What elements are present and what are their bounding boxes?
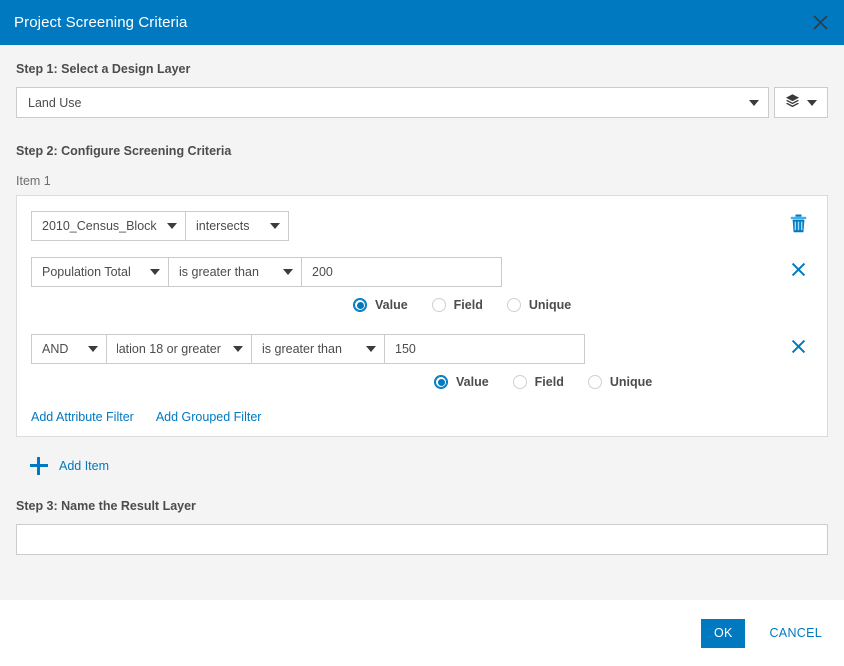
trash-icon bbox=[790, 214, 807, 238]
filter-operator-select-1[interactable]: is greater than bbox=[169, 257, 302, 287]
close-dialog-button[interactable] bbox=[806, 9, 834, 37]
radio-unique-2[interactable]: Unique bbox=[588, 375, 652, 389]
filter-field-value-2: ulation 18 or greater bbox=[117, 342, 223, 356]
radio-field-1[interactable]: Field bbox=[432, 298, 483, 312]
dialog-titlebar: Project Screening Criteria bbox=[0, 0, 844, 45]
filter-links-row: Add Attribute Filter Add Grouped Filter bbox=[31, 410, 813, 424]
filter-conjunction-select-2[interactable]: AND bbox=[31, 334, 107, 364]
radio-value-2[interactable]: Value bbox=[434, 375, 489, 389]
chevron-down-icon bbox=[807, 100, 817, 106]
step1-row: Land Use bbox=[16, 87, 828, 118]
layer-list-button[interactable] bbox=[774, 87, 828, 118]
radio-label: Field bbox=[535, 375, 564, 389]
radio-label: Value bbox=[375, 298, 408, 312]
filter-conjunction-value-2: AND bbox=[42, 342, 78, 356]
filter-value-input-1[interactable]: 200 bbox=[302, 257, 502, 287]
radio-indicator bbox=[507, 298, 521, 312]
radio-indicator bbox=[432, 298, 446, 312]
chevron-down-icon bbox=[270, 223, 280, 229]
layers-icon bbox=[785, 93, 800, 113]
add-grouped-filter-link[interactable]: Add Grouped Filter bbox=[156, 410, 262, 424]
spatial-relation-select[interactable]: intersects bbox=[186, 211, 289, 241]
design-layer-value: Land Use bbox=[28, 96, 749, 110]
chevron-down-icon bbox=[366, 346, 376, 352]
attribute-filter-row-2: AND ulation 18 or greater is greater tha… bbox=[31, 334, 813, 364]
add-attribute-filter-link[interactable]: Add Attribute Filter bbox=[31, 410, 134, 424]
ok-button[interactable]: OK bbox=[701, 619, 745, 648]
close-icon bbox=[812, 14, 829, 31]
radio-indicator bbox=[434, 375, 448, 389]
spatial-relation-value: intersects bbox=[196, 219, 260, 233]
filter-field-select-1[interactable]: Population Total bbox=[31, 257, 169, 287]
plus-icon bbox=[30, 457, 48, 475]
chevron-down-icon bbox=[749, 100, 759, 106]
filter-value-input-2[interactable]: 150 bbox=[385, 334, 585, 364]
radio-value-1[interactable]: Value bbox=[353, 298, 408, 312]
cancel-button[interactable]: CANCEL bbox=[763, 625, 828, 641]
step2-label: Step 2: Configure Screening Criteria bbox=[16, 118, 828, 158]
radio-indicator bbox=[588, 375, 602, 389]
filter-field-value-1: Population Total bbox=[42, 265, 140, 279]
source-row: 2010_Census_Blocks intersects bbox=[31, 211, 813, 241]
design-layer-select[interactable]: Land Use bbox=[16, 87, 769, 118]
step1-label: Step 1: Select a Design Layer bbox=[16, 45, 828, 76]
add-item-button[interactable]: Add Item bbox=[30, 457, 109, 475]
filter-value-type-radios-2: Value Field Unique bbox=[31, 375, 813, 389]
chevron-down-icon bbox=[233, 346, 243, 352]
delete-item-button[interactable] bbox=[786, 214, 810, 238]
close-icon bbox=[791, 339, 806, 359]
filter-value-text-2: 150 bbox=[395, 342, 576, 356]
source-layer-select[interactable]: 2010_Census_Blocks bbox=[31, 211, 186, 241]
attribute-filter-row-1: Population Total is greater than 200 bbox=[31, 257, 813, 287]
radio-label: Unique bbox=[529, 298, 571, 312]
radio-label: Field bbox=[454, 298, 483, 312]
filter-value-type-radios-1: Value Field Unique bbox=[31, 298, 813, 312]
radio-indicator bbox=[353, 298, 367, 312]
filter-field-select-2[interactable]: ulation 18 or greater bbox=[107, 334, 252, 364]
dialog-body: Step 1: Select a Design Layer Land Use S… bbox=[0, 45, 844, 600]
dialog-footer: OK CANCEL bbox=[0, 600, 844, 666]
step3-label: Step 3: Name the Result Layer bbox=[16, 475, 828, 513]
radio-label: Value bbox=[456, 375, 489, 389]
filter-operator-value-2: is greater than bbox=[262, 342, 356, 356]
add-item-label: Add Item bbox=[59, 459, 109, 473]
radio-indicator bbox=[513, 375, 527, 389]
filter-value-text-1: 200 bbox=[312, 265, 493, 279]
source-layer-value: 2010_Census_Blocks bbox=[42, 219, 157, 233]
chevron-down-icon bbox=[283, 269, 293, 275]
chevron-down-icon bbox=[167, 223, 177, 229]
remove-filter-button-2[interactable] bbox=[786, 337, 810, 361]
radio-unique-1[interactable]: Unique bbox=[507, 298, 571, 312]
result-layer-name-input[interactable] bbox=[16, 524, 828, 555]
radio-label: Unique bbox=[610, 375, 652, 389]
filter-operator-value-1: is greater than bbox=[179, 265, 273, 279]
dialog-title: Project Screening Criteria bbox=[14, 14, 188, 31]
filter-operator-select-2[interactable]: is greater than bbox=[252, 334, 385, 364]
project-screening-criteria-dialog: Project Screening Criteria Step 1: Selec… bbox=[0, 0, 844, 666]
criteria-item-card: 2010_Census_Blocks intersects bbox=[16, 195, 828, 437]
chevron-down-icon bbox=[88, 346, 98, 352]
close-icon bbox=[791, 262, 806, 282]
chevron-down-icon bbox=[150, 269, 160, 275]
remove-filter-button-1[interactable] bbox=[786, 260, 810, 284]
item-label: Item 1 bbox=[16, 174, 828, 188]
radio-field-2[interactable]: Field bbox=[513, 375, 564, 389]
